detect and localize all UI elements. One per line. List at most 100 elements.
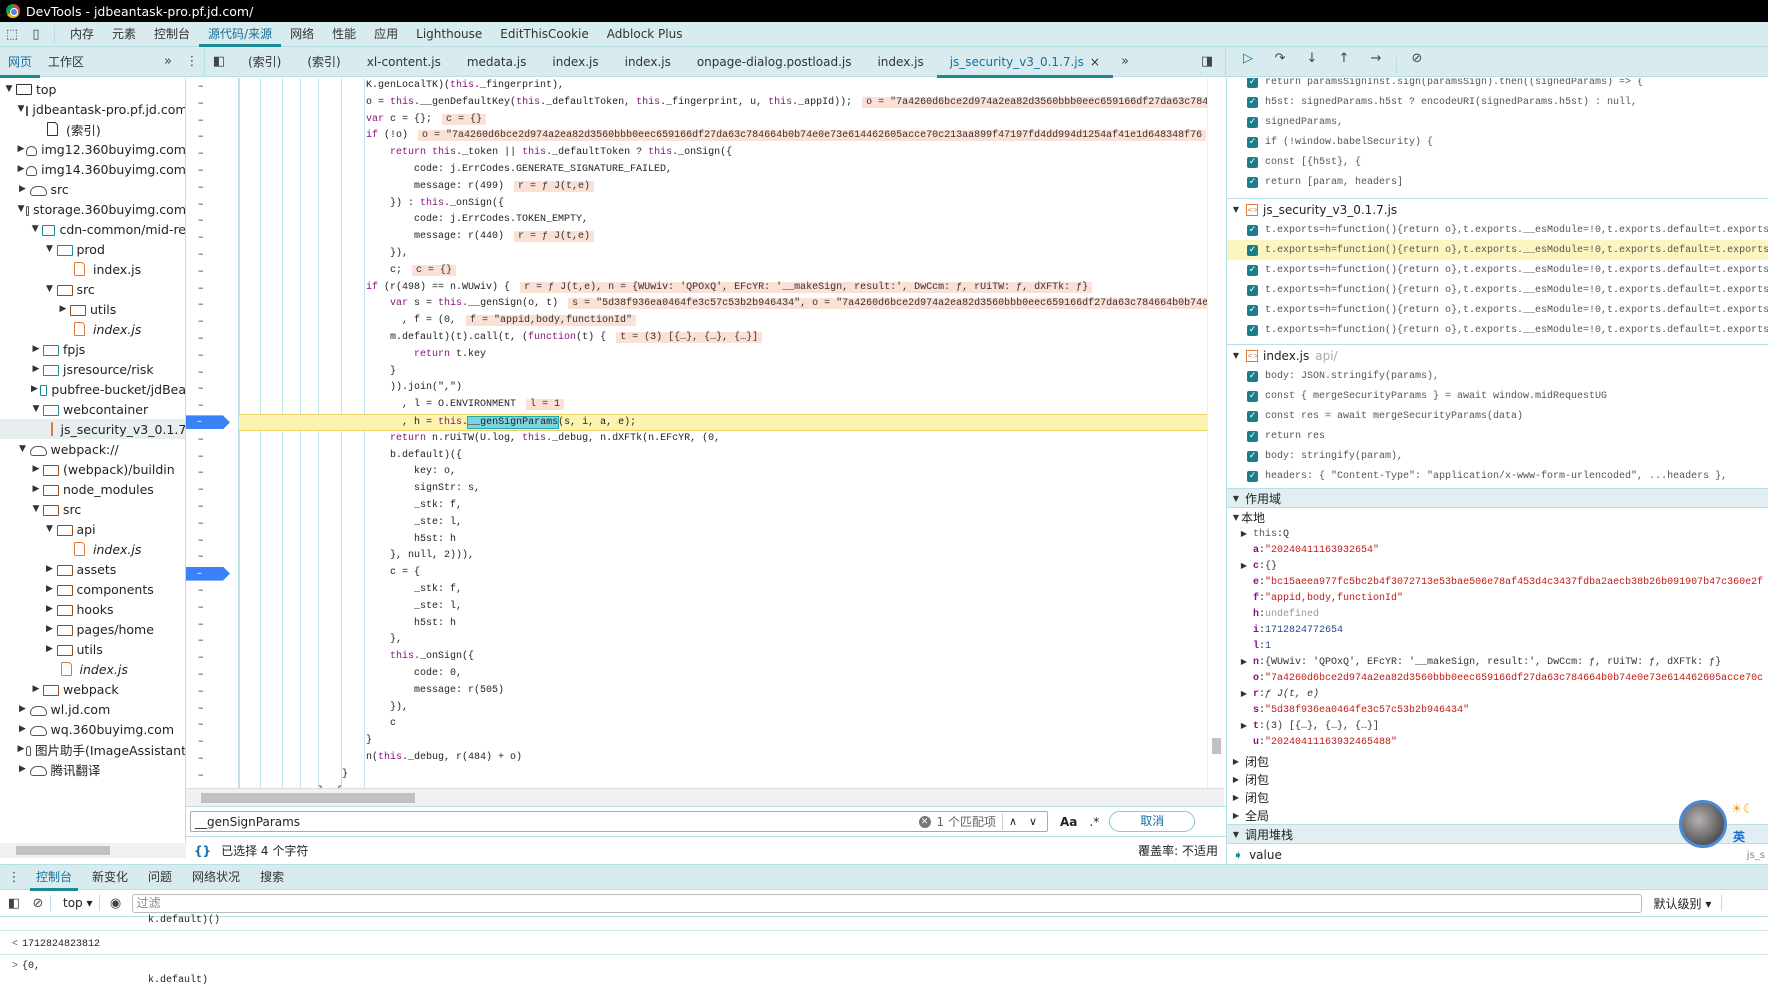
deactivate-breakpoints-icon[interactable]: ⊘ (1409, 50, 1425, 66)
breakpoint-checkbox[interactable]: ✓ (1247, 470, 1258, 482)
gutter-line-marker[interactable]: – (186, 481, 239, 498)
scrollbar-thumb[interactable] (1212, 738, 1221, 754)
tree-item[interactable]: ▶ wq.360buyimg.com (0, 719, 185, 739)
clear-console-icon[interactable]: ⊘ (30, 895, 46, 911)
collapsed-arrow-icon[interactable]: ▶ (31, 344, 41, 354)
tree-item[interactable]: ▶ img14.360buyimg.com (0, 159, 186, 179)
breakpoint-checkbox[interactable]: ✓ (1247, 136, 1258, 148)
gutter-line-marker[interactable]: – (186, 145, 239, 162)
gutter-line-marker[interactable]: – (186, 632, 239, 649)
collapsed-arrow-icon[interactable]: ▶ (1239, 689, 1249, 699)
code-line[interactable]: code: j.ErrCodes.GENERATE_SIGNATURE_FAIL… (239, 162, 1207, 179)
scope-variable[interactable]: a: "20240411163932654" (1227, 542, 1768, 558)
tree-item[interactable]: ▶ src (0, 179, 185, 199)
gutter-line-marker[interactable]: – (186, 750, 239, 767)
tree-item[interactable]: ▶ wl.jd.com (0, 699, 185, 719)
gutter-line-marker[interactable]: – (186, 700, 239, 717)
gutter-line-marker[interactable]: – (186, 313, 239, 330)
breakpoint-marker[interactable]: – (186, 415, 230, 430)
scope-variable[interactable]: o: "7a4260d6bce2d974a2ea82d3560bbb0eec65… (1227, 670, 1768, 686)
tree-item[interactable]: ▶ utils (0, 299, 185, 319)
tree-item[interactable]: ▶ components (0, 579, 185, 599)
tree-item[interactable]: ▼ prod (0, 239, 185, 259)
code-line[interactable]: b.default)({ (239, 448, 1207, 465)
code-line[interactable]: return this._token || this._defaultToken… (239, 145, 1207, 162)
scope-variable[interactable]: u: "20240411163932465488" (1227, 734, 1768, 750)
device-toolbar-icon[interactable]: ▯ (28, 26, 44, 42)
code-line[interactable]: }, null, 2))), (239, 548, 1207, 565)
code-line[interactable]: _stk: f, (239, 582, 1207, 599)
code-editor[interactable]: K.genLocalTK)(this._fingerprint), o = th… (239, 78, 1207, 788)
scope-variable[interactable]: h: undefined (1227, 606, 1768, 622)
tree-item[interactable]: ▶ utils (0, 639, 185, 659)
expanded-arrow-icon[interactable]: ▼ (4, 84, 14, 94)
tree-item[interactable]: ▶ 腾讯翻译 (0, 759, 185, 779)
editor-vertical-scrollbar[interactable] (1207, 78, 1224, 788)
kebab-menu-icon[interactable]: ⋮ (184, 54, 200, 70)
code-line[interactable]: code: j.ErrCodes.TOKEN_EMPTY, (239, 212, 1207, 229)
gutter-line-marker[interactable]: – (186, 515, 239, 532)
tree-item[interactable]: index.js (0, 539, 185, 559)
drawer-tab-3[interactable]: 网络状况 (182, 864, 250, 890)
breakpoint-checkbox[interactable]: ✓ (1247, 244, 1258, 256)
collapsed-arrow-icon[interactable]: ▶ (1239, 561, 1249, 571)
gutter-line-marker[interactable]: – (186, 548, 239, 565)
next-match-button[interactable]: ∨ (1023, 815, 1043, 828)
gutter-line-marker[interactable]: – (186, 733, 239, 750)
console-message[interactable]: k.default) (0, 971, 1768, 991)
code-line[interactable]: } (239, 767, 1207, 784)
editor-horizontal-scrollbar[interactable] (186, 788, 1224, 806)
search-value[interactable]: __genSignParams (195, 815, 919, 829)
collapsed-arrow-icon[interactable]: ▶ (1231, 811, 1241, 820)
breakpoint-checkbox[interactable]: ✓ (1247, 410, 1258, 422)
tree-item[interactable]: ▶ 图片助手(ImageAssistant (0, 739, 186, 759)
breakpoint-item[interactable]: ✓ if (!window.babelSecurity) { (1227, 132, 1768, 152)
expanded-arrow-icon[interactable]: ▼ (1231, 205, 1241, 214)
tree-item[interactable]: ▼ webpack:// (0, 439, 185, 459)
breakpoint-checkbox[interactable]: ✓ (1247, 284, 1258, 296)
tree-item[interactable]: ▼ webcontainer (0, 399, 185, 419)
gutter-line-marker[interactable]: – (186, 683, 239, 700)
breakpoint-item[interactable]: ✓ return res (1227, 426, 1768, 446)
step-icon[interactable]: → (1368, 50, 1384, 66)
scope-variable[interactable]: ▶ this: Q (1227, 526, 1768, 542)
collapsed-arrow-icon[interactable]: ▶ (45, 564, 55, 574)
code-line[interactable]: c = { (239, 565, 1207, 582)
gutter-line-marker[interactable]: – (186, 397, 239, 414)
console-filter-input[interactable]: 过滤 (131, 893, 1642, 913)
collapsed-arrow-icon[interactable]: ▶ (1239, 529, 1249, 539)
collapsed-arrow-icon[interactable]: ▶ (45, 604, 55, 614)
collapsed-arrow-icon[interactable]: ▶ (1231, 793, 1241, 802)
gutter-line-marker[interactable]: – (186, 263, 239, 280)
collapsed-arrow-icon[interactable]: ▶ (18, 704, 28, 714)
floating-assistant-widget[interactable]: ☀☾ 英 (1677, 800, 1768, 852)
expanded-arrow-icon[interactable]: ▼ (31, 404, 41, 414)
expanded-arrow-icon[interactable]: ▼ (31, 224, 40, 234)
gutter-line-marker[interactable]: – (186, 179, 239, 196)
tree-item[interactable]: index.js (0, 659, 185, 679)
navigator-tab-1[interactable]: 工作区 (40, 47, 92, 77)
gutter-line-marker[interactable]: – (186, 128, 239, 145)
editor-tab[interactable]: index.js (612, 47, 684, 77)
code-line[interactable]: if (!o) o = "7a4260d6bce2d974a2ea82d3560b… (239, 128, 1207, 145)
collapsed-arrow-icon[interactable]: ▶ (31, 364, 41, 374)
local-scope-header[interactable]: ▼ 本地 (1227, 509, 1768, 525)
gutter-line-marker[interactable]: – (186, 716, 239, 733)
tree-item[interactable]: ▶ (webpack)/buildin (0, 459, 185, 479)
gutter-line-marker[interactable]: – (186, 229, 239, 246)
code-line[interactable]: return n.rUiTW(U.log, this._debug, n.dXF… (239, 431, 1207, 448)
gutter-line-marker[interactable]: – (186, 582, 239, 599)
line-number-gutter[interactable]: – – – – – – – – – – – – – – – – – – – – – – – – – – – – – – – – – – – – – – – –… (186, 78, 239, 798)
more-editor-tabs-icon[interactable]: » (1117, 54, 1133, 70)
gutter-line-marker[interactable]: – (186, 599, 239, 616)
breakpoint-checkbox[interactable]: ✓ (1247, 430, 1258, 442)
breakpoint-checkbox[interactable]: ✓ (1247, 324, 1258, 336)
code-line[interactable]: _ste: l, (239, 515, 1207, 532)
collapsed-arrow-icon[interactable]: ▶ (18, 144, 25, 154)
gutter-line-marker[interactable]: – (186, 280, 239, 297)
tree-item[interactable]: ▶ fpjs (0, 339, 185, 359)
editor-tab[interactable]: index.js (539, 47, 611, 77)
code-line[interactable]: }), (239, 246, 1207, 263)
gutter-line-marker[interactable]: – (186, 112, 239, 129)
tree-item[interactable]: ▼ cdn-common/mid-re (0, 219, 185, 239)
